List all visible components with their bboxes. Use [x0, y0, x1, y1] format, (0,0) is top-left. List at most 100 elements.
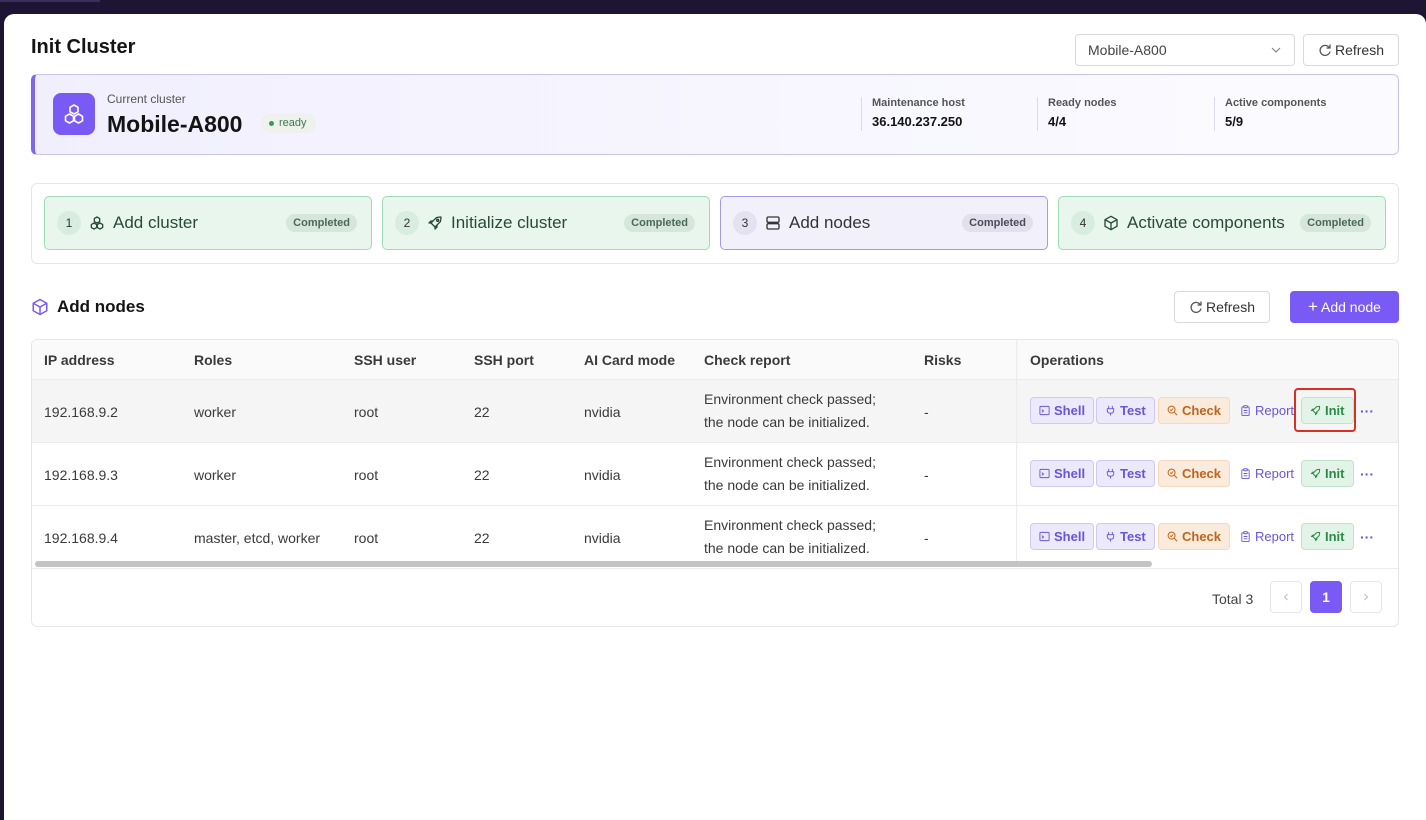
- cell-ssh-port: 22: [474, 467, 490, 483]
- column-header: SSH port: [474, 352, 534, 368]
- cell-risks: -: [924, 467, 929, 483]
- cell-check-report-line2: the node can be initialized.: [704, 540, 870, 556]
- init-label: Init: [1325, 529, 1345, 544]
- shell-button[interactable]: Shell: [1030, 397, 1095, 424]
- stat-ready-nodes: Ready nodes 4/4: [1037, 97, 1116, 131]
- cell-roles: worker: [194, 467, 237, 483]
- steps-panel: 1 Add cluster Completed 2 Initialize clu…: [31, 183, 1399, 264]
- column-header: Operations: [1030, 352, 1104, 368]
- pagination-next-button[interactable]: [1350, 581, 1382, 613]
- init-button[interactable]: Init: [1301, 460, 1354, 487]
- cell-check-report-line1: Environment check passed;: [704, 391, 876, 407]
- more-actions-button[interactable]: ···: [1360, 523, 1374, 550]
- check-label: Check: [1182, 466, 1222, 481]
- check-label: Check: [1182, 403, 1222, 418]
- clipboard-icon: [1241, 468, 1250, 479]
- step-label: Add nodes: [789, 213, 871, 232]
- stat-maintenance-host: Maintenance host 36.140.237.250: [861, 97, 965, 131]
- status-badge-label: ready: [279, 117, 307, 129]
- clipboard-icon: [1241, 405, 1250, 416]
- step-add-nodes[interactable]: 3 Add nodes Completed: [720, 196, 1048, 250]
- add-node-button[interactable]: + Add node: [1290, 291, 1399, 323]
- stat-active-components: Active components 5/9: [1214, 97, 1326, 131]
- more-label: ···: [1360, 402, 1374, 419]
- report-link[interactable]: Report: [1238, 397, 1296, 424]
- check-button[interactable]: Check: [1158, 460, 1231, 487]
- section-header: Add nodes: [31, 297, 145, 317]
- test-button[interactable]: Test: [1096, 397, 1155, 424]
- horizontal-scrollbar[interactable]: [35, 561, 1152, 567]
- report-link[interactable]: Report: [1238, 460, 1296, 487]
- shell-label: Shell: [1054, 529, 1086, 544]
- init-button[interactable]: Init: [1301, 523, 1354, 550]
- test-button[interactable]: Test: [1096, 460, 1155, 487]
- check-button[interactable]: Check: [1158, 523, 1231, 550]
- search-check-icon: [1167, 531, 1178, 542]
- table-row: 192.168.9.4 master, etcd, worker root 22…: [32, 506, 1398, 569]
- more-actions-button[interactable]: ···: [1360, 460, 1374, 487]
- shell-button[interactable]: Shell: [1030, 460, 1095, 487]
- cell-ip: 192.168.9.4: [44, 530, 118, 546]
- current-cluster-caption: Current cluster: [107, 92, 186, 106]
- fixed-column-divider: [1016, 340, 1017, 567]
- terminal-icon: [1039, 468, 1050, 479]
- cell-ssh-port: 22: [474, 404, 490, 420]
- cell-card-mode: nvidia: [584, 404, 621, 420]
- terminal-icon: [1039, 531, 1050, 542]
- cell-card-mode: nvidia: [584, 530, 621, 546]
- top-window-bar: [0, 0, 1426, 14]
- status-badge: ready: [261, 113, 316, 133]
- stat-value: 36.140.237.250: [872, 114, 963, 129]
- table-row: 192.168.9.2 worker root 22 nvidia Enviro…: [32, 380, 1398, 443]
- column-header: Risks: [924, 352, 962, 368]
- pagination-page-button[interactable]: 1: [1310, 581, 1342, 613]
- step-label: Add cluster: [113, 213, 199, 232]
- step-add-cluster[interactable]: 1 Add cluster Completed: [44, 196, 372, 250]
- terminal-icon: [1039, 405, 1050, 416]
- top-refresh-button[interactable]: Refresh: [1303, 34, 1399, 66]
- top-refresh-label: Refresh: [1334, 42, 1385, 58]
- column-header: SSH user: [354, 352, 417, 368]
- rocket-icon: [1310, 468, 1321, 479]
- cell-ip: 192.168.9.2: [44, 404, 118, 420]
- shell-button[interactable]: Shell: [1030, 523, 1095, 550]
- more-label: ···: [1360, 528, 1374, 545]
- stat-label: Ready nodes: [1048, 97, 1117, 109]
- rocket-icon: [427, 215, 443, 231]
- pagination-total: Total 3: [1212, 591, 1254, 607]
- cell-check-report-line1: Environment check passed;: [704, 517, 876, 533]
- chevron-right-icon: [1364, 593, 1369, 601]
- pagination-prev-button[interactable]: [1270, 581, 1302, 613]
- nodes-refresh-button[interactable]: Refresh: [1174, 291, 1270, 323]
- report-label: Report: [1255, 529, 1295, 544]
- column-header: IP address: [44, 352, 115, 368]
- cluster-icon: [89, 215, 105, 231]
- step-label: Initialize cluster: [451, 213, 568, 232]
- step-status-badge: Completed: [962, 214, 1033, 232]
- check-button[interactable]: Check: [1158, 397, 1231, 424]
- test-label: Test: [1120, 529, 1146, 544]
- report-link[interactable]: Report: [1238, 523, 1296, 550]
- page-title: Init Cluster: [31, 36, 136, 58]
- step-status-badge: Completed: [1300, 214, 1371, 232]
- column-header: Check report: [704, 352, 791, 368]
- cell-ssh-user: root: [354, 467, 379, 483]
- cell-roles: master, etcd, worker: [194, 530, 321, 546]
- step-activate-components[interactable]: 4 Activate components Completed: [1058, 196, 1386, 250]
- cluster-select[interactable]: Mobile-A800: [1075, 34, 1295, 66]
- step-number: 1: [57, 211, 81, 235]
- server-icon: [765, 215, 781, 231]
- chevron-down-icon: [1271, 47, 1281, 53]
- cell-ssh-user: root: [354, 530, 379, 546]
- section-title: Add nodes: [57, 297, 145, 316]
- cell-card-mode: nvidia: [584, 467, 621, 483]
- test-button[interactable]: Test: [1096, 523, 1155, 550]
- step-initialize-cluster[interactable]: 2 Initialize cluster Completed: [382, 196, 710, 250]
- cell-ip: 192.168.9.3: [44, 467, 118, 483]
- nodes-refresh-label: Refresh: [1205, 299, 1256, 315]
- report-label: Report: [1255, 466, 1295, 481]
- more-actions-button[interactable]: ···: [1360, 397, 1374, 424]
- current-cluster-card: Current cluster Mobile-A800 ready Mainte…: [31, 74, 1399, 155]
- plug-icon: [1106, 405, 1115, 416]
- more-label: ···: [1360, 465, 1374, 482]
